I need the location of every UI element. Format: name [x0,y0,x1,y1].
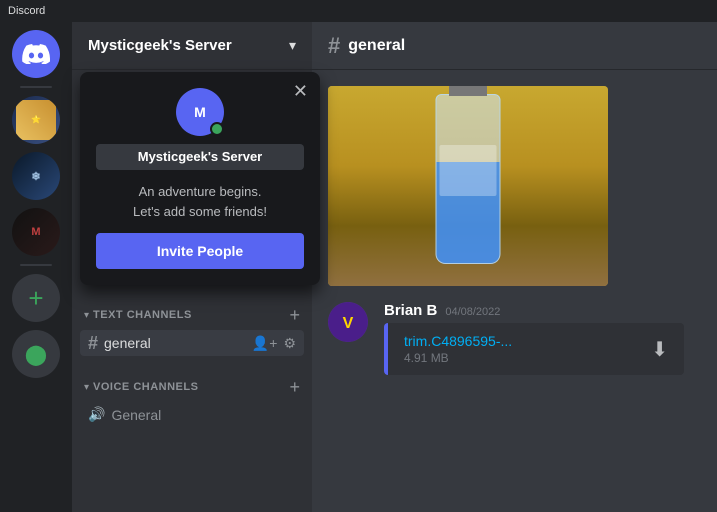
popup-server-avatar: M [176,88,224,136]
channel-header: # general [312,22,717,70]
discord-logo-icon [22,44,50,64]
channel-header-hash-icon: # [328,33,340,59]
message-header: Brian B 04/08/2022 [384,302,701,319]
server-chevron-icon: ▾ [289,37,296,54]
message-group: V Brian B 04/08/2022 trim.C4896595-... 4… [328,302,701,375]
photo-background [328,86,608,286]
add-voice-channel-button[interactable]: + [289,378,300,396]
popup-close-button[interactable]: ✕ [293,82,308,100]
online-dot [210,122,224,136]
voice-speaker-icon: 🔊 [88,406,105,423]
title-bar: Discord [0,0,717,22]
voice-channels-header[interactable]: ▾ VOICE CHANNELS + [80,376,304,398]
voice-channels-chevron-icon: ▾ [84,382,89,393]
server-sidebar: ⭐ ❄ M + ⬤ [0,22,72,512]
popup-tagline: An adventure begins.Let's add some frien… [80,174,320,233]
text-channels-header[interactable]: ▾ TEXT CHANNELS + [80,304,304,326]
server-name: Mysticgeek's Server [88,37,232,54]
settings-icon[interactable]: ⚙ [283,335,296,352]
add-server-icon: + [28,285,43,311]
popup-server-name: Mysticgeek's Server [138,149,263,164]
message-avatar: V [328,302,368,342]
file-info: trim.C4896595-... 4.91 MB [404,333,639,365]
channel-actions: 👤+ ⚙ [252,335,296,352]
text-channels-chevron-icon: ▾ [84,310,89,321]
message-timestamp: 04/08/2022 [445,306,500,318]
server-icon-home[interactable] [12,30,60,78]
add-member-icon[interactable]: 👤+ [252,335,278,352]
popup-avatar-area: M [80,72,320,144]
avatar-image: V [328,302,368,342]
add-text-channel-button[interactable]: + [289,306,300,324]
invite-people-button[interactable]: Invite People [96,233,304,269]
voice-channel-name: General [111,407,161,423]
server-separator [20,86,52,88]
add-server-button[interactable]: + [12,274,60,322]
server-separator-2 [20,264,52,266]
voice-channels-section: ▾ VOICE CHANNELS + 🔊 General [72,360,312,431]
server-popup: ✕ M Mysticgeek's Server An adventure beg… [80,72,320,285]
image-attachment [328,86,608,286]
file-size: 4.91 MB [404,351,639,365]
server-icon-1[interactable]: ⭐ [12,96,60,144]
explore-button[interactable]: ⬤ [12,330,60,378]
explore-icon: ⬤ [25,342,47,367]
text-channels-label: TEXT CHANNELS [93,309,192,321]
download-icon[interactable]: ⬇ [651,337,668,362]
text-channels-section: ▾ TEXT CHANNELS + # general 👤+ ⚙ [72,288,312,360]
server-header[interactable]: Mysticgeek's Server ▾ [72,22,312,70]
channel-sidebar: Mysticgeek's Server ▾ ✕ M Mysticgeek's S… [72,22,312,512]
message-author: Brian B [384,302,437,319]
channel-name-general: general [104,335,151,351]
voice-channels-label: VOICE CHANNELS [93,381,198,393]
channel-item-general[interactable]: # general 👤+ ⚙ [80,330,304,356]
messages-area: V Brian B 04/08/2022 trim.C4896595-... 4… [312,70,717,512]
file-attachment: trim.C4896595-... 4.91 MB ⬇ [384,323,684,375]
main-content: # general [312,22,717,512]
channel-header-name: general [348,37,405,55]
app-body: ⭐ ❄ M + ⬤ Mysticgeek's Ser [0,22,717,512]
popup-server-name-badge: Mysticgeek's Server [96,144,304,170]
message-content: Brian B 04/08/2022 trim.C4896595-... 4.9… [384,302,701,375]
file-name: trim.C4896595-... [404,333,639,349]
channel-hash-icon: # [88,334,98,352]
server-icon-2[interactable]: ❄ [12,152,60,200]
voice-channel-general[interactable]: 🔊 General [80,402,304,427]
svg-text:V: V [343,315,354,332]
title-bar-text: Discord [8,5,45,17]
server-icon-3[interactable]: M [12,208,60,256]
